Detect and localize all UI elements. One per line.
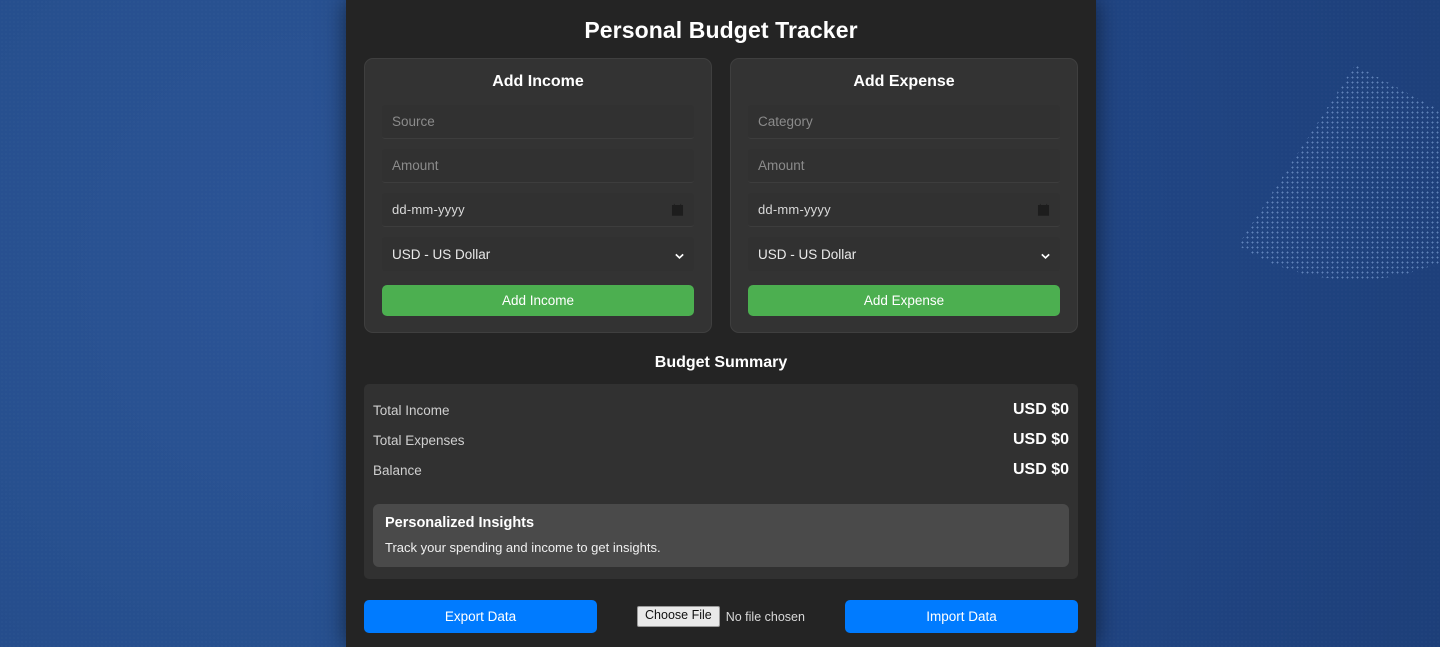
add-income-button[interactable]: Add Income	[382, 285, 694, 316]
income-source-input[interactable]	[382, 105, 694, 139]
summary-value: USD $0	[1012, 461, 1069, 478]
budget-summary-panel: Total Income USD $0 Total Expenses USD $…	[364, 384, 1078, 579]
personalized-insights-box: Personalized Insights Track your spendin…	[373, 504, 1069, 567]
expense-date-input[interactable]: dd-mm-yyyy	[748, 193, 1060, 227]
add-expense-title: Add Expense	[853, 73, 955, 90]
summary-row-total-income: Total Income USD $0	[373, 395, 1069, 425]
calendar-icon[interactable]	[671, 203, 684, 216]
expense-amount-input[interactable]	[748, 149, 1060, 183]
personalized-insights-text: Track your spending and income to get in…	[385, 540, 661, 555]
add-income-title: Add Income	[492, 73, 584, 90]
income-date-value: dd-mm-yyyy	[392, 202, 465, 217]
add-expense-card: Add Expense dd-mm-yyyy USD - US Dollar	[730, 58, 1078, 333]
summary-label: Total Expenses	[373, 432, 465, 448]
data-actions-row: Export Data Choose File No file chosen I…	[364, 579, 1078, 633]
choose-file-button[interactable]: Choose File	[637, 606, 720, 627]
income-currency-select[interactable]: USD - US Dollar	[382, 237, 694, 271]
summary-row-total-expenses: Total Expenses USD $0	[373, 425, 1069, 455]
summary-value: USD $0	[1012, 401, 1069, 418]
income-amount-input[interactable]	[382, 149, 694, 183]
income-date-input[interactable]: dd-mm-yyyy	[382, 193, 694, 227]
import-data-button[interactable]: Import Data	[844, 600, 1078, 633]
summary-label: Total Income	[373, 402, 450, 418]
budget-summary-title: Budget Summary	[654, 354, 788, 371]
expense-category-input[interactable]	[748, 105, 1060, 139]
personalized-insights-title: Personalized Insights	[385, 515, 535, 531]
expense-currency-select[interactable]: USD - US Dollar	[748, 237, 1060, 271]
add-income-card: Add Income dd-mm-yyyy USD - US Dollar	[364, 58, 712, 333]
expense-currency-select-wrap: USD - US Dollar	[748, 237, 1060, 271]
budget-tracker-app: Personal Budget Tracker Add Income dd-mm…	[346, 0, 1096, 647]
income-currency-select-wrap: USD - US Dollar	[382, 237, 694, 271]
page-background: Personal Budget Tracker Add Income dd-mm…	[0, 0, 1440, 647]
summary-row-balance: Balance USD $0	[373, 455, 1069, 485]
summary-label: Balance	[373, 462, 422, 478]
expense-date-value: dd-mm-yyyy	[758, 202, 831, 217]
page-title: Personal Budget Tracker	[584, 17, 858, 43]
summary-value: USD $0	[1012, 431, 1069, 448]
add-expense-button[interactable]: Add Expense	[748, 285, 1060, 316]
import-file-input[interactable]: Choose File No file chosen	[637, 606, 805, 627]
forms-row: Add Income dd-mm-yyyy USD - US Dollar	[364, 58, 1078, 333]
export-data-button[interactable]: Export Data	[364, 600, 597, 633]
background-dotted-fan-decoration	[1140, 0, 1440, 280]
calendar-icon[interactable]	[1037, 203, 1050, 216]
file-status-label: No file chosen	[725, 609, 805, 624]
